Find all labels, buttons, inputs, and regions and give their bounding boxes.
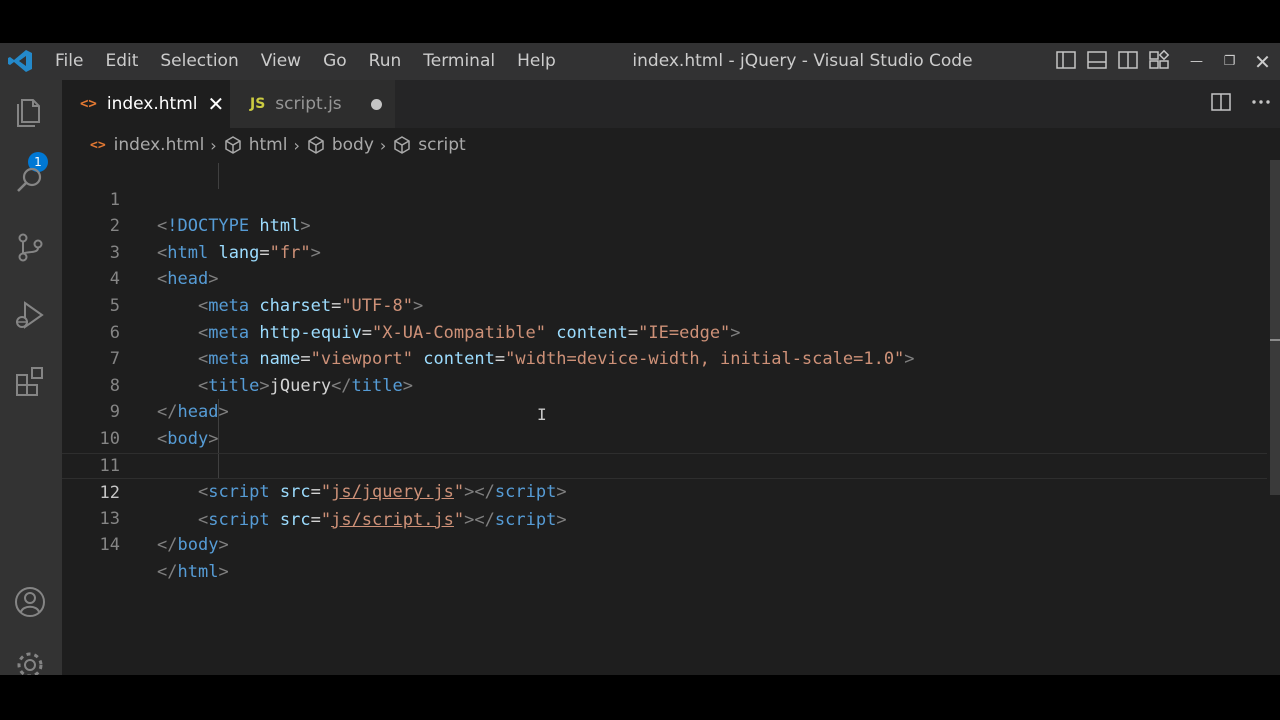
menu-view[interactable]: View (250, 43, 312, 80)
line-content: </html> (157, 561, 229, 582)
menu-run[interactable]: Run (358, 43, 413, 80)
code-line[interactable]: 6 <meta name="viewport" content="width=d… (62, 293, 1267, 370)
run-debug-icon (16, 301, 44, 329)
source-control-button[interactable] (10, 227, 50, 267)
customize-layout-icon[interactable] (1148, 49, 1170, 71)
search-icon (17, 167, 42, 192)
source-control-icon (18, 233, 43, 262)
code-line[interactable]: 7 <title>jQuery</title> (62, 320, 1267, 396)
layout-controls (1055, 49, 1170, 71)
tab-index-html[interactable]: <> index.html ✕ (62, 80, 230, 128)
text-cursor-icon: I (537, 405, 547, 424)
breadcrumb-script[interactable]: script (392, 135, 466, 155)
code-line[interactable]: 10 (62, 399, 1267, 449)
vscode-window: File Edit Selection View Go Run Terminal… (0, 43, 1280, 675)
code-line[interactable]: 8 </head> (62, 346, 1267, 423)
html-file-icon: <> (90, 137, 106, 153)
html-file-icon: <> (80, 96, 97, 112)
breadcrumb-label: body (331, 135, 374, 155)
breadcrumb-body[interactable]: body (306, 135, 374, 155)
letterbox-bottom (0, 675, 1280, 720)
symbol-element-icon (308, 136, 324, 154)
menu-file[interactable]: File (44, 43, 94, 80)
search-button[interactable] (10, 160, 50, 200)
chevron-right-icon: › (293, 135, 300, 155)
close-tab-icon[interactable]: ✕ (208, 92, 225, 116)
window-controls: — ❐ ✕ (1180, 43, 1279, 80)
unsaved-dot-icon[interactable] (371, 99, 382, 110)
editor-tab-bar: <> index.html ✕ JS script.js (62, 80, 1280, 128)
breadcrumb-html[interactable]: html (223, 135, 288, 155)
run-debug-button[interactable] (10, 295, 50, 335)
code-line[interactable]: 3 <head> (62, 213, 1267, 290)
breadcrumb-file[interactable]: <> index.html (90, 135, 204, 155)
account-icon (15, 587, 45, 617)
code-line[interactable]: 5 <meta http-equiv="X-UA-Compatible" con… (62, 266, 1267, 343)
close-window-icon[interactable]: ✕ (1246, 43, 1279, 80)
line-number: 14 (99, 535, 120, 556)
vscode-logo-icon[interactable] (7, 49, 33, 73)
accounts-button[interactable] (10, 582, 50, 622)
breadcrumb-label: script (418, 135, 466, 155)
code-line[interactable]: 14 </html> (62, 506, 1267, 582)
menu-selection[interactable]: Selection (149, 43, 249, 80)
symbol-element-icon (224, 136, 241, 154)
split-editor-icon[interactable] (1210, 91, 1232, 117)
title-bar: File Edit Selection View Go Run Terminal… (0, 43, 1280, 80)
extensions-icon (16, 367, 43, 396)
scrollbar-cursor-marker (1270, 339, 1280, 341)
code-line[interactable]: 4 <meta charset="UTF-8"> (62, 240, 1267, 316)
window-title: index.html - jQuery - Visual Studio Code (632, 51, 973, 71)
symbol-element-icon (394, 136, 411, 154)
breadcrumb-label: index.html (113, 135, 205, 155)
menu-help[interactable]: Help (506, 43, 567, 80)
code-line[interactable]: 13 </body> (62, 479, 1267, 556)
code-line-current[interactable]: 12 <script src="js/script.js"></script> (62, 452, 1267, 530)
code-editor[interactable]: 1 <!DOCTYPE html> 2 <html lang="fr"> 3 <… (62, 160, 1267, 670)
activity-bar: 1 (0, 80, 62, 675)
tab-label: index.html (106, 94, 198, 114)
extensions-button[interactable] (10, 362, 50, 402)
menu-edit[interactable]: Edit (94, 43, 149, 80)
menu-bar: File Edit Selection View Go Run Terminal… (44, 43, 567, 80)
tab-script-js[interactable]: JS script.js (230, 80, 395, 128)
breadcrumb: <> index.html › html › body › script (62, 128, 1280, 162)
editor-actions (1210, 80, 1272, 128)
settings-gear-icon (17, 652, 43, 675)
js-file-icon: JS (250, 96, 266, 112)
chevron-right-icon: › (379, 135, 387, 155)
menu-terminal[interactable]: Terminal (412, 43, 506, 80)
toggle-secondary-sidebar-icon[interactable] (1117, 49, 1139, 71)
explorer-button[interactable] (10, 92, 50, 132)
restore-icon[interactable]: ❐ (1213, 43, 1246, 80)
breadcrumb-label: html (248, 135, 288, 155)
toggle-panel-icon[interactable] (1086, 49, 1108, 71)
manage-button[interactable] (10, 645, 50, 675)
scrollbar-thumb[interactable] (1270, 160, 1280, 495)
toggle-primary-sidebar-icon[interactable] (1055, 49, 1077, 71)
more-actions-icon[interactable] (1250, 91, 1272, 117)
code-line[interactable]: 1 <!DOCTYPE html> (62, 160, 1267, 237)
code-line[interactable]: 11 <script src="js/jquery.js"></script> (62, 426, 1267, 503)
chevron-right-icon: › (210, 135, 217, 155)
code-line[interactable]: 2 <html lang="fr"> (62, 187, 1267, 263)
minimize-icon[interactable]: — (1180, 43, 1213, 80)
files-icon (17, 99, 40, 127)
menu-go[interactable]: Go (312, 43, 358, 80)
line-content: </body> (157, 535, 229, 556)
code-line[interactable]: 9 <body> (62, 373, 1267, 449)
tab-label: script.js (275, 94, 342, 114)
letterbox-top (0, 0, 1280, 43)
